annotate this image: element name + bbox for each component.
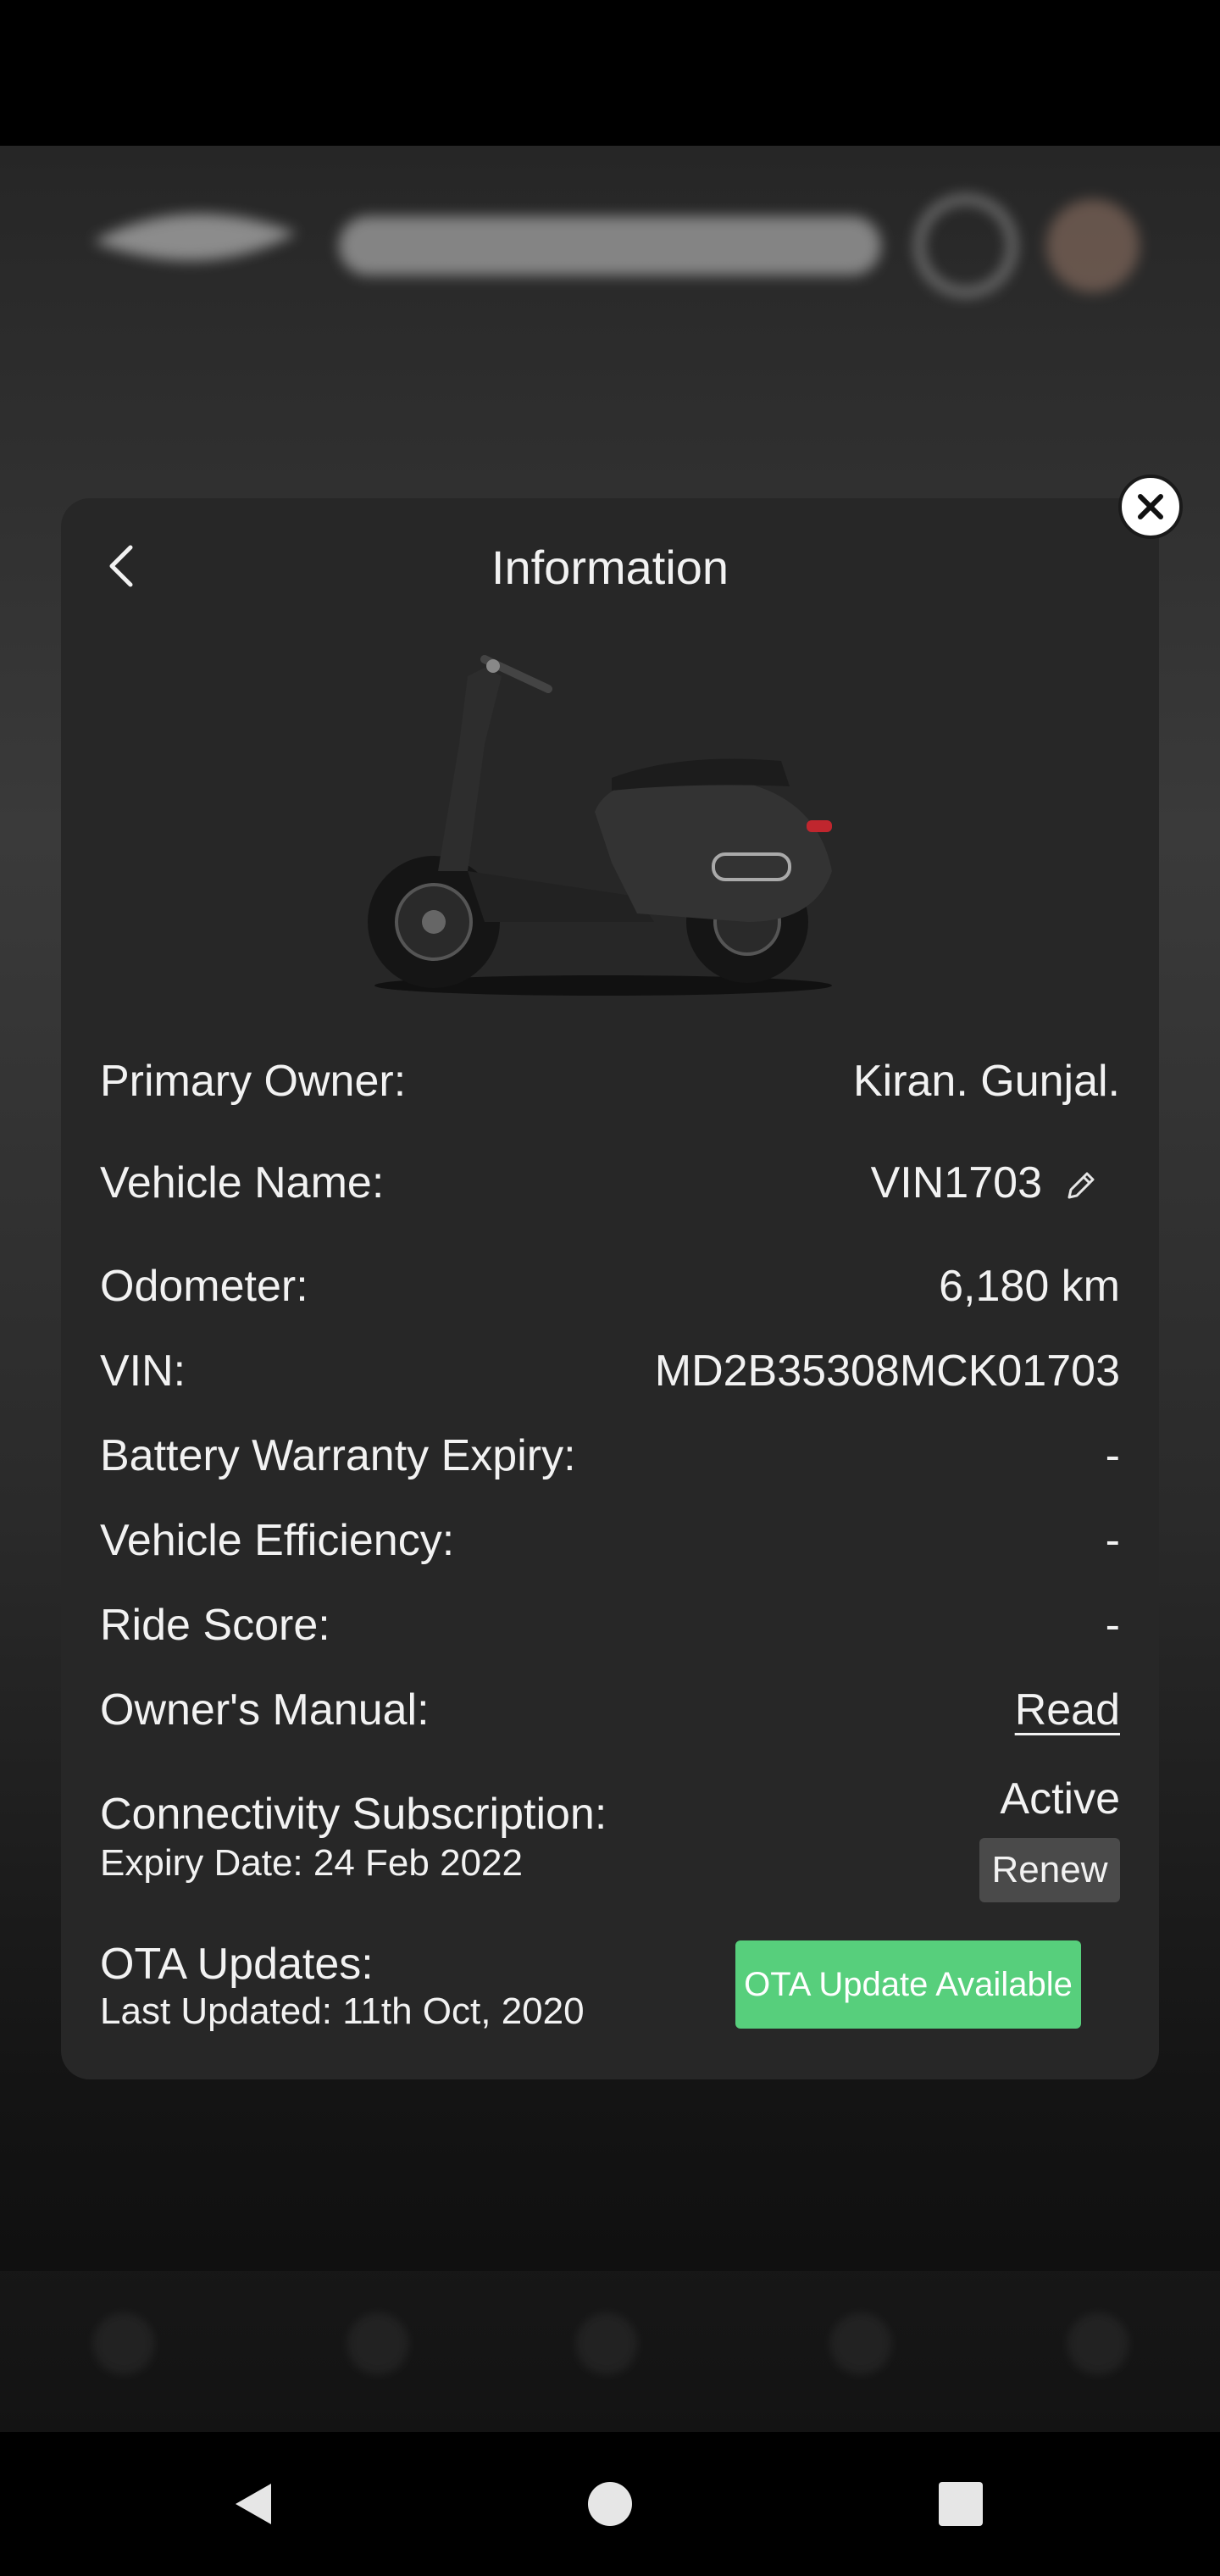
vin-value: MD2B35308MCK01703 bbox=[654, 1346, 1120, 1396]
vehicle-efficiency-value: - bbox=[1105, 1516, 1120, 1565]
modal-title: Information bbox=[491, 541, 729, 594]
connectivity-label: Connectivity Subscription: bbox=[100, 1790, 607, 1839]
vehicle-name-value-group: VIN1703 bbox=[871, 1158, 1100, 1208]
read-manual-link[interactable]: Read bbox=[1015, 1685, 1120, 1735]
owners-manual-label: Owner's Manual: bbox=[100, 1685, 430, 1735]
nav-icon bbox=[1068, 2313, 1128, 2374]
connectivity-status: Active bbox=[1000, 1774, 1120, 1824]
vin-label: VIN: bbox=[100, 1346, 186, 1396]
primary-owner-value: Kiran. Gunjal. bbox=[852, 1057, 1120, 1106]
nav-icon bbox=[347, 2313, 408, 2374]
battery-warranty-label: Battery Warranty Expiry: bbox=[100, 1431, 576, 1480]
renew-button[interactable]: Renew bbox=[979, 1838, 1120, 1902]
vehicle-efficiency-label: Vehicle Efficiency: bbox=[100, 1516, 455, 1565]
battery-warranty-value: - bbox=[1105, 1431, 1120, 1480]
vehicle-name-label: Vehicle Name: bbox=[100, 1158, 385, 1208]
scooter-image bbox=[368, 655, 832, 996]
primary-owner-label: Primary Owner: bbox=[100, 1057, 407, 1106]
home-icon bbox=[93, 2313, 154, 2374]
pencil-icon[interactable] bbox=[1062, 1167, 1100, 1204]
vehicle-name-value: VIN1703 bbox=[870, 1158, 1042, 1208]
ota-last-updated: Last Updated: 11th Oct, 2020 bbox=[100, 1990, 585, 2032]
nav-recents-icon[interactable] bbox=[935, 2479, 986, 2529]
status-bar bbox=[0, 0, 1220, 146]
ota-label: OTA Updates: bbox=[100, 1940, 374, 1989]
nav-home-icon[interactable] bbox=[585, 2479, 635, 2529]
odometer-label: Odometer: bbox=[100, 1262, 308, 1311]
odometer-value: 6,180 km bbox=[939, 1262, 1120, 1311]
information-modal: Information Primary Owner: Kiran. Gunjal… bbox=[61, 498, 1159, 2079]
nav-icon bbox=[830, 2313, 891, 2374]
nav-back-icon[interactable] bbox=[229, 2479, 280, 2529]
close-icon bbox=[1138, 494, 1163, 519]
brand-logo-blurred bbox=[93, 195, 1140, 297]
close-button[interactable] bbox=[1118, 475, 1183, 539]
nav-icon bbox=[576, 2313, 637, 2374]
ride-score-value: - bbox=[1105, 1601, 1120, 1650]
ride-score-label: Ride Score: bbox=[100, 1601, 330, 1650]
connectivity-expiry: Expiry Date: 24 Feb 2022 bbox=[100, 1842, 523, 1884]
ota-update-button[interactable]: OTA Update Available bbox=[735, 1940, 1081, 2029]
